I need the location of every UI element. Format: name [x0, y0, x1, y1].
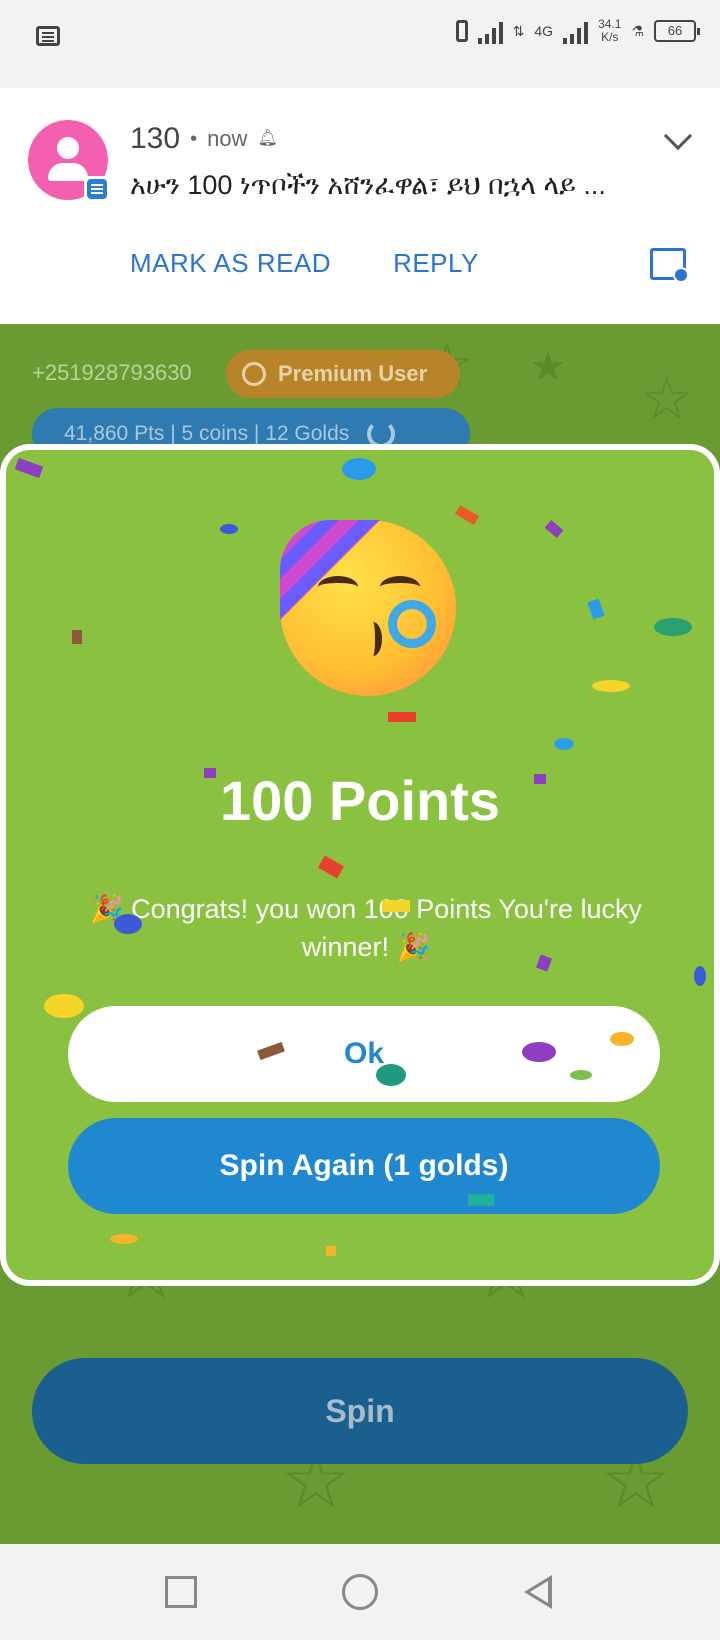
confetti-piece — [220, 524, 238, 534]
confetti-piece — [554, 738, 574, 750]
notification-message: አሁን 100 ነጥቦችን አሸንፈዋል፣ ይህ በኋላ ላይ ... — [130, 170, 606, 200]
stats-text: 41,860 Pts | 5 coins | 12 Golds — [64, 422, 350, 445]
avatar-head — [57, 137, 79, 159]
confetti-piece — [114, 914, 142, 934]
party-horn-icon — [388, 600, 436, 648]
open-in-window-icon[interactable] — [650, 248, 689, 283]
signal-icon — [477, 18, 503, 44]
confetti-piece — [592, 680, 630, 692]
spin-label: Spin — [325, 1392, 395, 1429]
confetti-piece — [388, 712, 416, 722]
separator-dot: • — [190, 127, 198, 150]
message-app-badge-icon — [84, 176, 110, 202]
net-speed-unit: K/s — [601, 30, 619, 44]
confetti-piece — [694, 966, 706, 986]
confetti-piece — [14, 457, 44, 479]
confetti-piece — [522, 1042, 556, 1062]
spin-button[interactable]: Spin — [32, 1358, 688, 1464]
confetti-piece — [326, 1246, 336, 1256]
battery-icon: 66 — [654, 20, 700, 42]
star-decoration: ☆ — [640, 365, 694, 432]
status-indicators: ⇅ 4G 34.1 K/s ⚗ 66 — [455, 18, 700, 44]
confetti-piece — [110, 1234, 138, 1244]
notification-card[interactable]: 130 • now 🔔︎ አሁን 100 ነጥቦችን አሸንፈዋል፣ ይህ በኋ… — [0, 88, 720, 324]
phone-number: +251928793630 — [32, 360, 192, 385]
notification-time: now — [207, 126, 248, 151]
confetti-piece — [44, 994, 84, 1018]
dialog-title: 100 Points — [219, 769, 501, 832]
reward-dialog: 100 Points 🎉 Congrats! you won 100 Point… — [0, 444, 720, 1286]
ok-label: Ok — [343, 1037, 385, 1070]
confetti-piece — [587, 598, 605, 620]
notification-header: 130 • now 🔔︎ — [130, 122, 278, 156]
confetti-piece — [204, 768, 216, 778]
spin-again-label: Spin Again (1 golds) — [219, 1149, 509, 1182]
confetti-piece — [544, 520, 564, 538]
network-type: 4G — [534, 23, 554, 39]
vibrate-icon — [455, 20, 468, 42]
partying-face-emoji — [280, 520, 456, 696]
mark-as-read-button[interactable]: MARK AS READ — [130, 248, 331, 279]
confetti-piece — [317, 855, 345, 879]
status-bar: ⇅ 4G 34.1 K/s ⚗ 66 — [0, 0, 720, 88]
confetti-piece — [610, 1032, 634, 1046]
star-decoration: ★ — [530, 345, 566, 389]
ok-button[interactable]: Ok — [68, 1006, 660, 1102]
confetti-piece — [468, 1194, 494, 1206]
confetti-piece — [654, 618, 692, 636]
notification-sender: 130 — [130, 122, 181, 155]
emoji-eye-right — [380, 576, 420, 598]
confetti-piece — [72, 630, 82, 644]
back-icon[interactable] — [524, 1575, 552, 1609]
dialog-message: 🎉 Congrats! you won 100 Points You're lu… — [89, 894, 643, 962]
message-icon — [36, 26, 60, 46]
confetti-piece — [534, 774, 546, 784]
signal-icon-2 — [563, 18, 589, 44]
emoji-eye-left — [318, 576, 358, 598]
award-icon — [242, 362, 266, 386]
emoji-mouth — [364, 622, 382, 656]
confetti-piece — [570, 1070, 592, 1080]
reply-button[interactable]: REPLY — [393, 248, 479, 279]
home-icon[interactable] — [342, 1574, 378, 1610]
recent-apps-icon[interactable] — [165, 1576, 197, 1608]
confetti-piece — [454, 505, 480, 525]
navigation-bar — [0, 1544, 720, 1640]
avatar-body — [48, 163, 88, 181]
flask-icon: ⚗ — [631, 22, 644, 39]
premium-label: Premium User — [278, 361, 428, 386]
contact-avatar-icon — [28, 120, 110, 202]
data-arrows-icon: ⇅ — [512, 22, 525, 39]
party-hat-icon — [280, 520, 380, 620]
net-speed: 34.1 K/s — [598, 18, 621, 44]
chevron-down-icon[interactable] — [663, 121, 693, 151]
confetti-piece — [342, 458, 376, 480]
notification-actions: MARK AS READ REPLY — [130, 248, 479, 279]
confetti-piece — [376, 1064, 406, 1086]
bell-icon: 🔔︎ — [257, 130, 278, 147]
spin-again-button[interactable]: Spin Again (1 golds) — [68, 1118, 660, 1214]
confetti-piece — [382, 900, 410, 912]
premium-badge: Premium User — [226, 350, 460, 398]
